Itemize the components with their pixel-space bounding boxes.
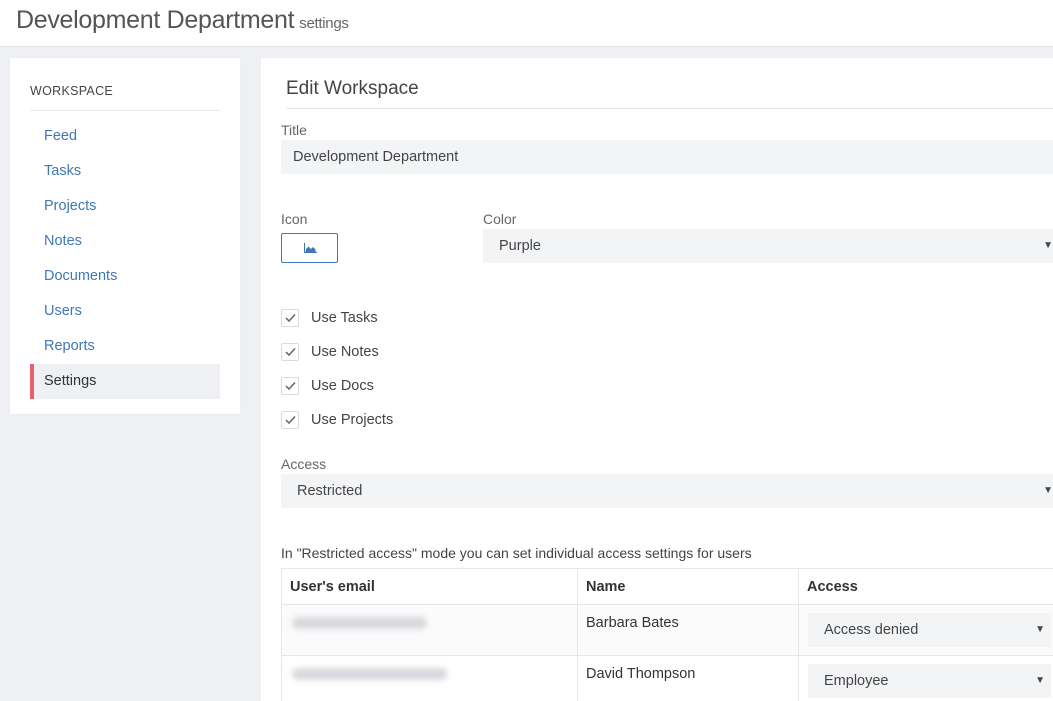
user-access-value: Access denied (824, 622, 919, 638)
column-header-access: Access (807, 579, 858, 595)
edit-workspace-panel: Edit Workspace Title Development Departm… (261, 58, 1053, 701)
sidebar-item-settings[interactable]: Settings (30, 364, 220, 399)
blurred-email (292, 617, 427, 629)
access-select-value: Restricted (297, 483, 363, 499)
use-projects-label: Use Projects (311, 412, 394, 428)
blurred-email (292, 668, 447, 680)
caret-down-icon: ▼ (1035, 675, 1045, 686)
caret-down-icon: ▼ (1043, 240, 1053, 251)
icon-label: Icon (281, 211, 308, 227)
table-row: Barbara Bates Access denied ▼ (282, 605, 1053, 656)
user-email-cell (282, 605, 578, 655)
sidebar-item-notes[interactable]: Notes (30, 224, 220, 259)
panel-title: Edit Workspace (286, 78, 1053, 109)
use-tasks-checkbox[interactable] (281, 309, 299, 327)
color-select[interactable]: Purple ▼ (483, 229, 1053, 263)
user-name: David Thompson (586, 666, 696, 682)
page-title: Development Department settings (16, 6, 349, 35)
column-header-name: Name (578, 569, 799, 604)
title-input[interactable]: Development Department (281, 140, 1053, 174)
caret-down-icon: ▼ (1035, 624, 1045, 635)
use-tasks-label: Use Tasks (311, 310, 378, 326)
use-notes-checkbox[interactable] (281, 343, 299, 361)
user-access-select[interactable]: Access denied ▼ (808, 613, 1051, 647)
title-label: Title (281, 122, 307, 138)
table-row: David Thompson Employee ▼ (282, 656, 1053, 701)
sidebar: WORKSPACE Feed Tasks Projects Notes Docu… (10, 58, 240, 414)
user-email-cell (282, 656, 578, 701)
checkmark-icon (285, 313, 296, 323)
color-label: Color (483, 211, 517, 227)
sidebar-item-reports[interactable]: Reports (30, 329, 220, 364)
user-name-cell: Barbara Bates (578, 605, 799, 655)
checkmark-icon (285, 347, 296, 357)
use-docs-checkbox[interactable] (281, 377, 299, 395)
checkmark-icon (285, 415, 296, 425)
user-access-value: Employee (824, 673, 889, 689)
sidebar-item-feed[interactable]: Feed (30, 119, 220, 154)
sidebar-heading: WORKSPACE (30, 84, 220, 111)
user-access-table: User's email Name Access Barbara Bates A… (281, 568, 1053, 701)
use-docs-label: Use Docs (311, 378, 374, 394)
sidebar-item-users[interactable]: Users (30, 294, 220, 329)
sidebar-item-projects[interactable]: Projects (30, 189, 220, 224)
restricted-access-note: In "Restricted access" mode you can set … (281, 545, 752, 561)
user-name-cell: David Thompson (578, 656, 799, 701)
checkmark-icon (285, 381, 296, 391)
use-notes-label: Use Notes (311, 344, 379, 360)
user-access-cell: Access denied ▼ (799, 605, 1053, 655)
user-name: Barbara Bates (586, 615, 679, 631)
area-chart-icon (304, 243, 317, 253)
access-label: Access (281, 456, 327, 472)
use-projects-checkbox[interactable] (281, 411, 299, 429)
sidebar-item-documents[interactable]: Documents (30, 259, 220, 294)
icon-picker-button[interactable] (281, 233, 338, 263)
workspace-title: Development Department (16, 6, 295, 34)
page-subtitle: settings (299, 15, 349, 32)
caret-down-icon: ▼ (1043, 485, 1053, 496)
color-select-value: Purple (499, 238, 541, 254)
page-header: Development Department settings (0, 0, 1053, 47)
column-header-email: User's email (282, 569, 578, 604)
user-access-cell: Employee ▼ (799, 656, 1053, 701)
table-header-row: User's email Name Access (282, 569, 1053, 605)
sidebar-item-tasks[interactable]: Tasks (30, 154, 220, 189)
access-select[interactable]: Restricted ▼ (281, 474, 1053, 508)
user-access-select[interactable]: Employee ▼ (808, 664, 1051, 698)
